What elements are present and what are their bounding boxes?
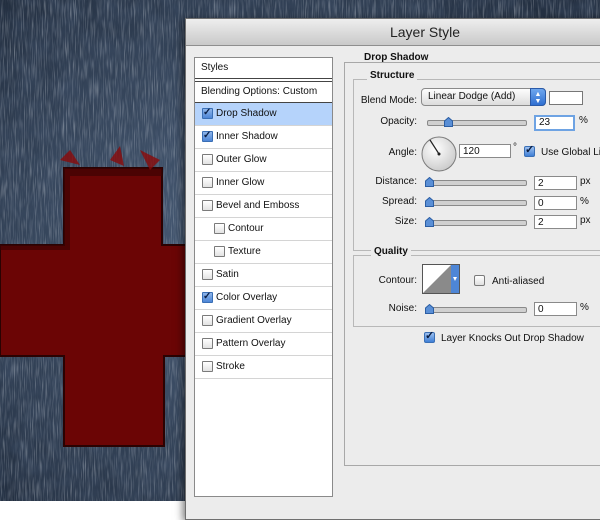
style-item-inner-glow[interactable]: Inner Glow (195, 172, 332, 195)
style-item-contour[interactable]: Contour (195, 218, 332, 241)
checkbox-icon[interactable] (202, 286, 213, 308)
dialog-titlebar: Layer Style (186, 19, 600, 46)
layer-style-dialog: Layer Style Styles Blending Options: Cus… (185, 18, 600, 520)
style-item-label: Gradient Overlay (216, 315, 292, 326)
style-item-label: Bevel and Emboss (216, 200, 300, 211)
dialog-title: Layer Style (389, 24, 461, 40)
styles-header[interactable]: Styles (195, 58, 332, 79)
style-item-label: Drop Shadow (216, 108, 277, 119)
style-item-color-overlay[interactable]: Color Overlay (195, 286, 332, 310)
style-item-label: Inner Glow (216, 177, 265, 188)
style-item-bevel-and-emboss[interactable]: Bevel and Emboss (195, 195, 332, 218)
checkbox-icon[interactable] (202, 177, 213, 188)
checkbox-icon[interactable] (214, 223, 225, 234)
checkbox-icon[interactable] (202, 338, 213, 349)
styles-list: Styles Blending Options: Custom Drop Sha… (194, 57, 333, 497)
style-item-gradient-overlay[interactable]: Gradient Overlay (195, 310, 332, 333)
checkbox-icon[interactable] (202, 102, 213, 124)
style-item-label: Inner Shadow (216, 131, 278, 142)
style-item-label: Satin (216, 269, 239, 280)
style-item-drop-shadow[interactable]: Drop Shadow (195, 102, 332, 126)
style-item-label: Color Overlay (216, 292, 278, 303)
style-item-label: Contour (228, 223, 264, 234)
blending-options-item[interactable]: Blending Options: Custom (195, 82, 332, 103)
checkbox-icon[interactable] (202, 361, 213, 372)
checkbox-icon[interactable] (214, 246, 225, 257)
style-item-label: Outer Glow (216, 154, 267, 165)
style-item-inner-shadow[interactable]: Inner Shadow (195, 125, 332, 149)
checkbox-icon[interactable] (202, 200, 213, 211)
style-item-texture[interactable]: Texture (195, 241, 332, 264)
checkbox-icon[interactable] (202, 125, 213, 147)
style-item-stroke[interactable]: Stroke (195, 356, 332, 379)
checkbox-icon[interactable] (202, 269, 213, 280)
checkbox-icon[interactable] (202, 315, 213, 326)
drop-shadow-frame (344, 62, 600, 466)
style-item-label: Pattern Overlay (216, 338, 286, 349)
checkbox-icon[interactable] (202, 154, 213, 165)
style-item-pattern-overlay[interactable]: Pattern Overlay (195, 333, 332, 356)
style-item-satin[interactable]: Satin (195, 264, 332, 287)
style-item-outer-glow[interactable]: Outer Glow (195, 149, 332, 172)
style-item-label: Texture (228, 246, 261, 257)
style-item-label: Stroke (216, 361, 245, 372)
